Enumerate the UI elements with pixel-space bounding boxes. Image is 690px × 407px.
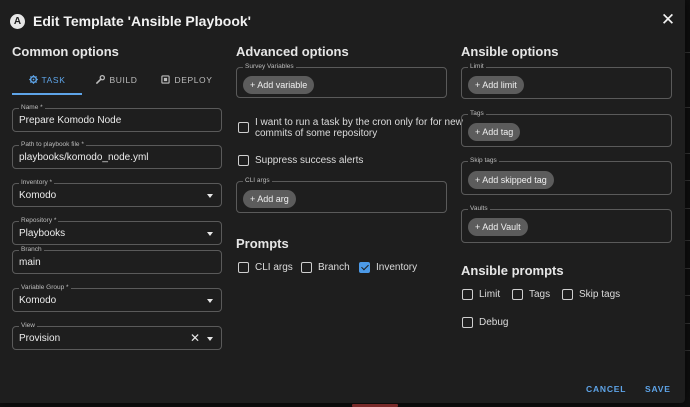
ansible-options-heading: Ansible options — [461, 44, 559, 59]
dialog-title: Edit Template 'Ansible Playbook' — [33, 13, 251, 29]
prompts-heading: Prompts — [236, 236, 289, 251]
ansible-prompt-limit-label: Limit — [479, 289, 501, 300]
ansible-prompt-limit-checkbox[interactable] — [462, 289, 473, 300]
deploy-icon — [161, 75, 171, 84]
advanced-options-heading: Advanced options — [236, 44, 349, 59]
tab-deploy[interactable]: DEPLOY — [152, 66, 222, 93]
add-tag-button[interactable]: + Add tag — [468, 123, 521, 141]
dropdown-arrow-icon[interactable] — [207, 232, 213, 236]
branch-field[interactable]: Branch main — [12, 245, 222, 274]
prompt-inventory-checkbox[interactable] — [359, 262, 370, 273]
tab-label: TASK — [41, 74, 66, 85]
field-label: CLI args — [243, 176, 272, 186]
tab-build[interactable]: BUILD — [82, 66, 152, 93]
dropdown-arrow-icon[interactable] — [207, 299, 213, 303]
ansible-prompt-tags-checkbox[interactable] — [512, 289, 523, 300]
field-label: Vaults — [468, 204, 490, 214]
vaults-box: Vaults + Add Vault — [461, 204, 672, 243]
field-value: playbooks/komodo_node.yml — [19, 152, 149, 163]
ansible-prompt-skip-tags-checkbox[interactable] — [562, 289, 573, 300]
prompt-inventory-label: Inventory — [376, 262, 418, 273]
dialog-titlebar: A Edit Template 'Ansible Playbook' ✕ — [0, 0, 685, 42]
ansible-prompt-skip-tags-label: Skip tags — [579, 289, 621, 300]
cron-checkbox-label-line2: commits of some repository — [255, 128, 378, 139]
repository-select[interactable]: Repository * Playbooks — [12, 216, 222, 245]
field-value: Komodo — [19, 295, 57, 306]
edit-template-dialog: A Edit Template 'Ansible Playbook' ✕ Com… — [0, 0, 685, 403]
clear-icon[interactable]: ✕ — [190, 330, 200, 346]
suppress-alerts-label: Suppress success alerts — [255, 155, 364, 166]
playbook-path-field[interactable]: Path to playbook file * playbooks/komodo… — [12, 140, 222, 169]
field-label: Skip tags — [468, 156, 499, 166]
prompt-branch-label: Branch — [318, 262, 350, 273]
template-tabs: TASK BUILD DEPLOY — [12, 66, 222, 95]
common-options-heading: Common options — [12, 44, 119, 59]
cron-checkbox[interactable] — [238, 122, 249, 133]
ansible-logo-icon: A — [10, 14, 25, 29]
field-label: Inventory * — [19, 178, 55, 188]
add-skipped-tag-button[interactable]: + Add skipped tag — [468, 171, 554, 189]
field-label: Variable Group * — [19, 283, 71, 293]
field-label: Path to playbook file * — [19, 140, 86, 150]
field-value: Komodo — [19, 190, 57, 201]
gear-icon — [28, 75, 38, 84]
survey-variables-box: Survey Variables + Add variable — [236, 62, 447, 98]
suppress-alerts-checkbox[interactable] — [238, 155, 249, 166]
prompt-cli-args-label: CLI args — [255, 262, 293, 273]
cli-args-box: CLI args + Add arg — [236, 176, 447, 213]
add-limit-button[interactable]: + Add limit — [468, 76, 524, 94]
add-arg-button[interactable]: + Add arg — [243, 190, 296, 208]
field-label: Branch — [19, 245, 44, 255]
tab-active-indicator — [12, 93, 82, 95]
name-field[interactable]: Name * Prepare Komodo Node — [12, 103, 222, 132]
inventory-select[interactable]: Inventory * Komodo — [12, 178, 222, 207]
add-variable-button[interactable]: + Add variable — [243, 76, 315, 94]
ansible-prompt-tags-label: Tags — [529, 289, 551, 300]
ansible-prompts-heading: Ansible prompts — [461, 263, 564, 278]
dropdown-arrow-icon[interactable] — [207, 194, 213, 198]
field-label: View — [19, 321, 37, 331]
field-label: Name * — [19, 103, 45, 113]
tab-label: BUILD — [109, 74, 138, 85]
field-label: Limit — [468, 62, 486, 72]
add-vault-button[interactable]: + Add Vault — [468, 218, 528, 236]
skip-tags-box: Skip tags + Add skipped tag — [461, 156, 672, 195]
field-value: Playbooks — [19, 228, 66, 239]
field-value: main — [19, 257, 41, 268]
field-value: Prepare Komodo Node — [19, 115, 122, 126]
limit-box: Limit + Add limit — [461, 62, 672, 99]
cancel-button[interactable]: CANCEL — [586, 384, 626, 394]
field-label: Tags — [468, 109, 486, 119]
tab-task[interactable]: TASK — [12, 66, 82, 93]
wrench-icon — [96, 75, 106, 84]
close-icon[interactable]: ✕ — [660, 11, 676, 29]
field-value: Provision — [19, 333, 61, 344]
field-label: Survey Variables — [243, 62, 296, 72]
tags-box: Tags + Add tag — [461, 109, 672, 147]
ansible-prompt-debug-checkbox[interactable] — [462, 317, 473, 328]
variable-group-select[interactable]: Variable Group * Komodo — [12, 283, 222, 312]
prompt-cli-args-checkbox[interactable] — [238, 262, 249, 273]
tab-label: DEPLOY — [174, 74, 213, 85]
ansible-prompt-debug-label: Debug — [479, 317, 509, 328]
dropdown-arrow-icon[interactable] — [207, 337, 213, 341]
save-button[interactable]: SAVE — [645, 384, 671, 394]
field-label: Repository * — [19, 216, 59, 226]
prompt-branch-checkbox[interactable] — [301, 262, 312, 273]
view-select[interactable]: View Provision ✕ — [12, 321, 222, 350]
